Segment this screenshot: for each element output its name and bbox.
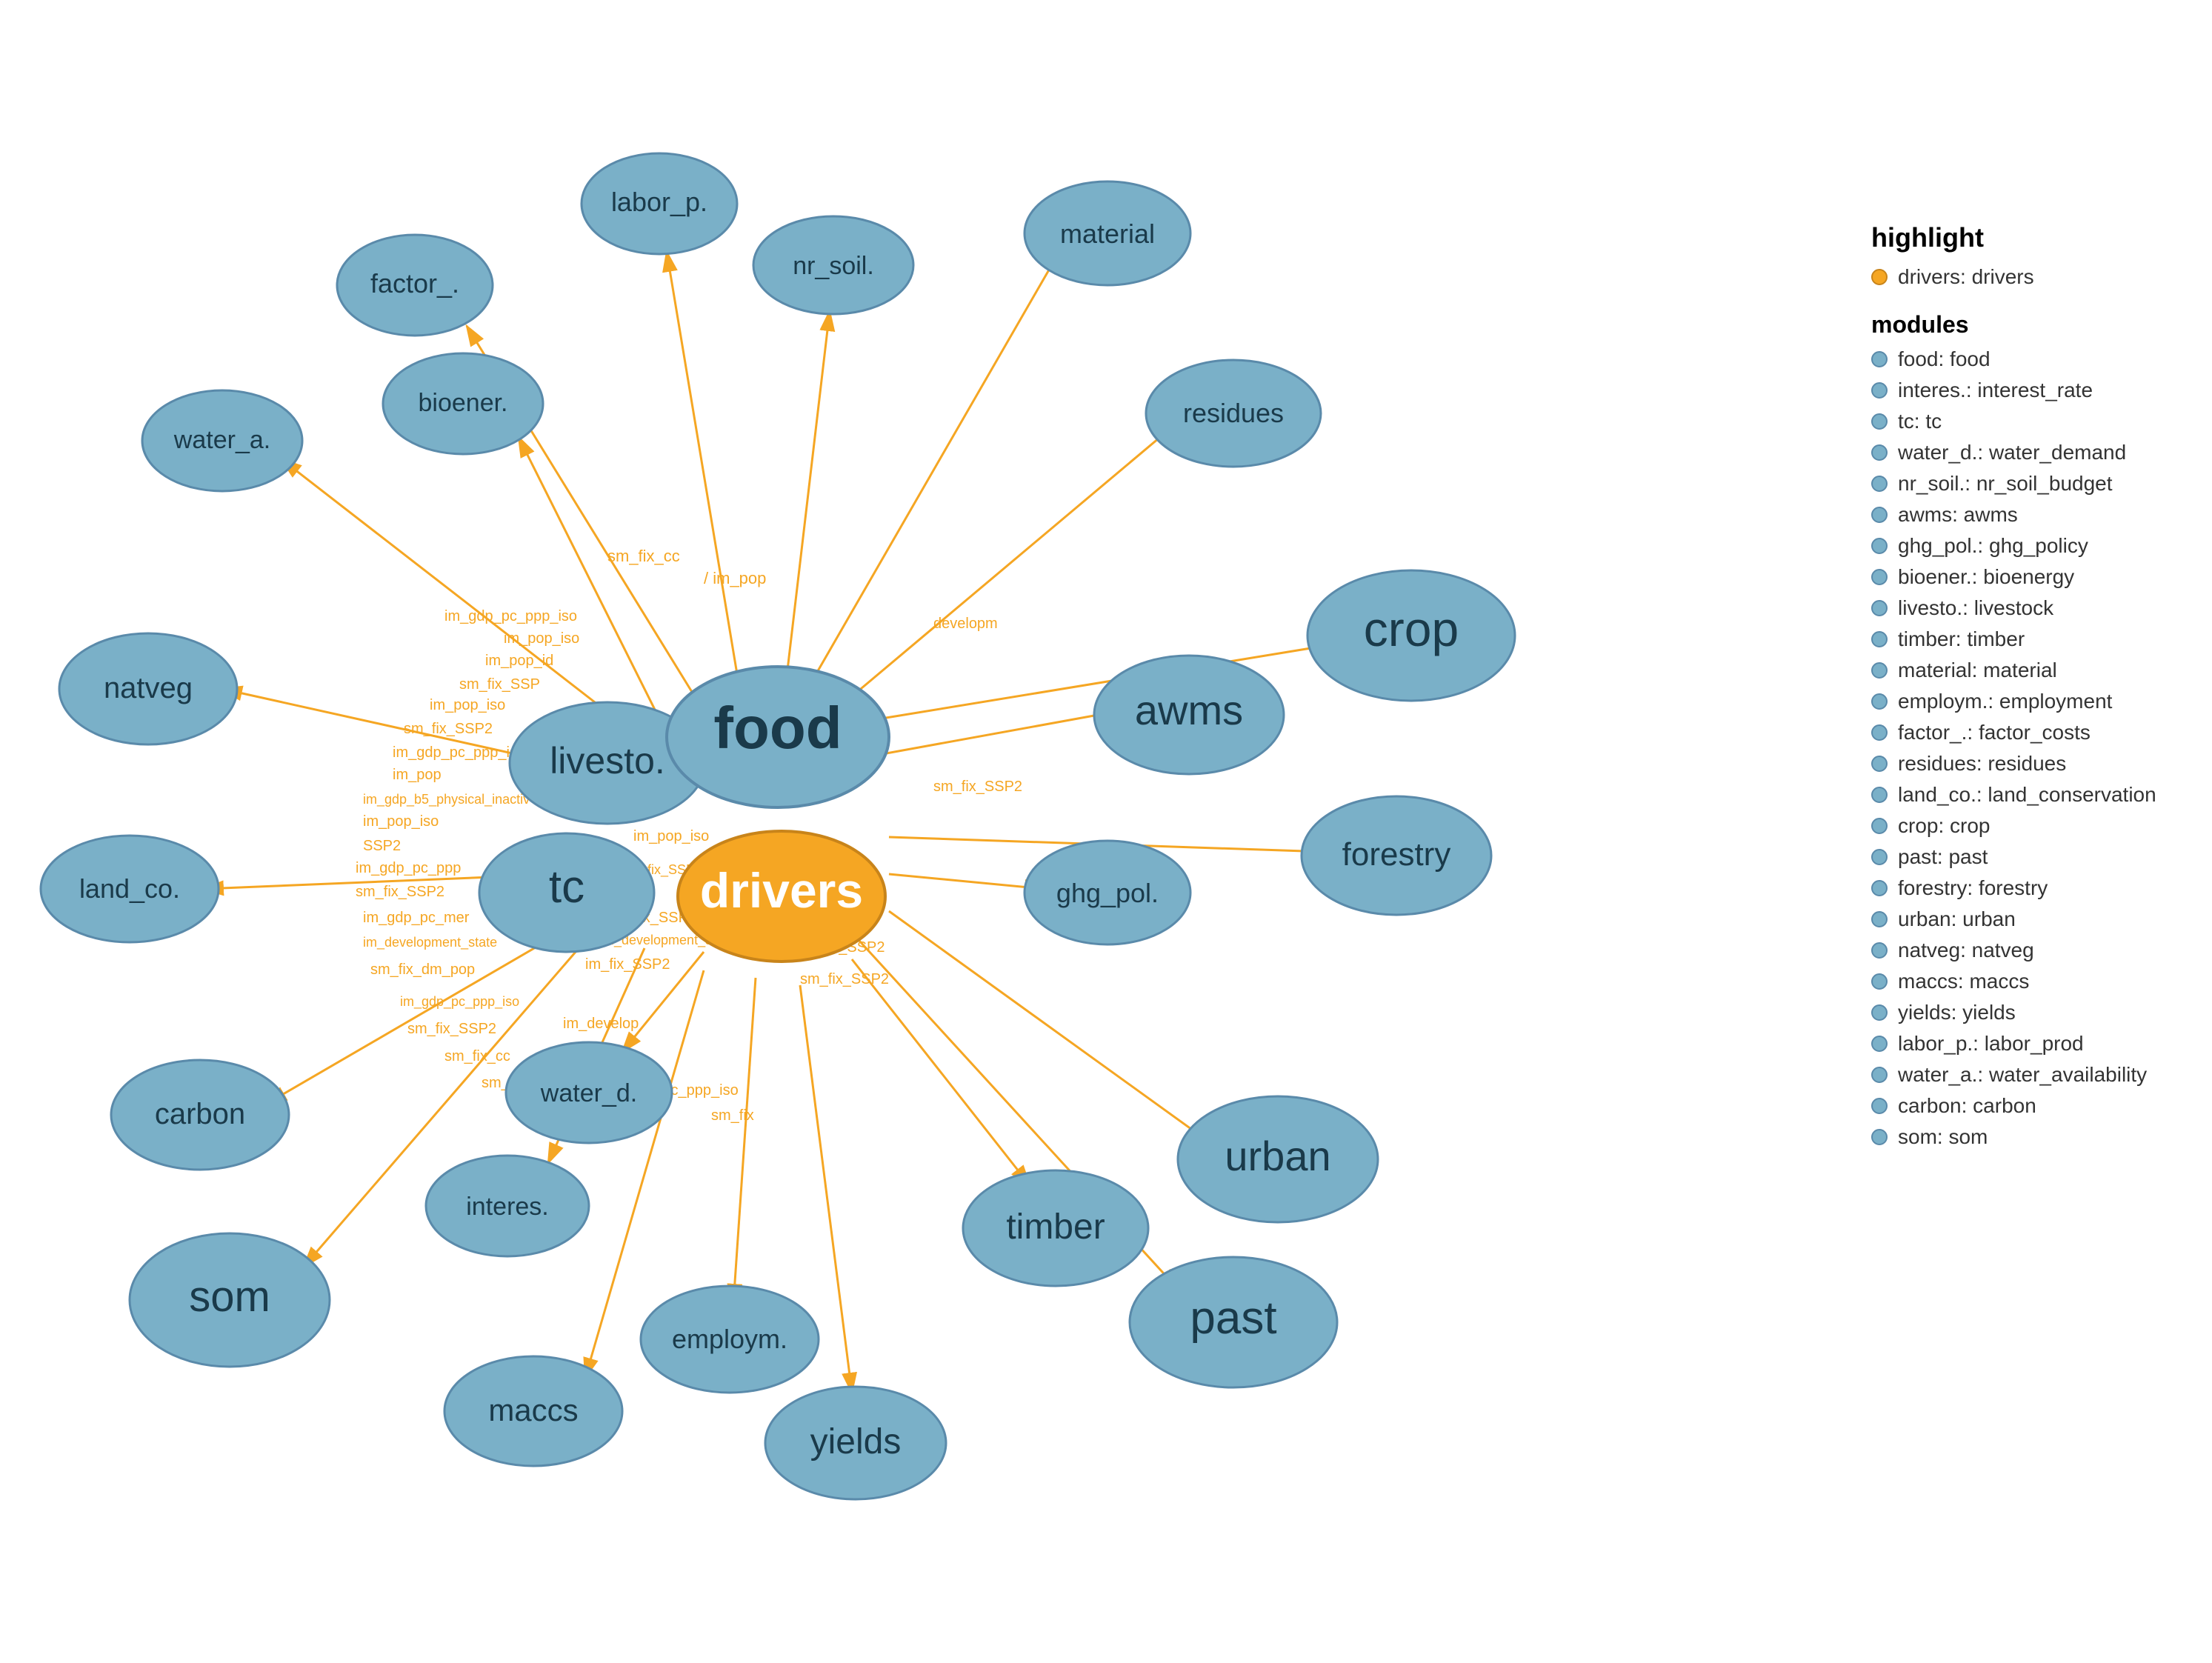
svg-text:sm_fix_dm_pop: sm_fix_dm_pop (370, 962, 475, 978)
svg-text:im_pop_iso: im_pop_iso (504, 630, 579, 647)
svg-text:carbon: carbon (155, 1098, 245, 1130)
legend-module-2: tc: tc (1871, 410, 2182, 433)
svg-text:factor_.: factor_. (370, 268, 459, 299)
legend-module-25: som: som (1871, 1125, 2182, 1149)
svg-text:sm_fix_SSP2: sm_fix_SSP2 (407, 1021, 496, 1037)
legend-module-7: bioener.: bioenergy (1871, 565, 2182, 589)
svg-text:interes.: interes. (466, 1193, 549, 1221)
legend-module-5: awms: awms (1871, 503, 2182, 527)
graph-area: sm_fix_cc / im_pop im_gdp_pc_ppp_iso im_… (0, 0, 1704, 1659)
svg-text:forestry: forestry (1342, 836, 1451, 873)
svg-text:sm_fix_SSP2: sm_fix_SSP2 (404, 721, 493, 737)
svg-text:labor_p.: labor_p. (611, 187, 707, 217)
legend-module-14: land_co.: land_conservation (1871, 783, 2182, 807)
svg-text:im_pop: im_pop (393, 767, 442, 783)
svg-text:urban: urban (1225, 1133, 1330, 1179)
legend-module-23: water_a.: water_availability (1871, 1063, 2182, 1087)
legend-module-13: residues: residues (1871, 752, 2182, 776)
svg-text:ghg_pol.: ghg_pol. (1056, 878, 1159, 908)
legend-module-12: factor_.: factor_costs (1871, 721, 2182, 744)
legend-module-3: water_d.: water_demand (1871, 441, 2182, 464)
svg-text:sm_fix_cc: sm_fix_cc (607, 547, 680, 565)
svg-text:sm_fix: sm_fix (711, 1107, 754, 1124)
svg-text:land_co.: land_co. (79, 873, 180, 904)
svg-text:water_d.: water_d. (540, 1079, 637, 1107)
svg-text:residues: residues (1183, 398, 1284, 428)
legend-module-6: ghg_pol.: ghg_policy (1871, 534, 2182, 558)
svg-text:im_gdp_pc_ppp_iso: im_gdp_pc_ppp_iso (393, 744, 525, 761)
legend-module-4: nr_soil.: nr_soil_budget (1871, 472, 2182, 496)
svg-text:im_pop_iso: im_pop_iso (363, 813, 439, 830)
svg-text:im_gdp_pc_ppp_iso: im_gdp_pc_ppp_iso (444, 608, 577, 624)
svg-text:drivers: drivers (700, 863, 863, 918)
svg-text:sm_fix_cc: sm_fix_cc (444, 1048, 510, 1064)
svg-text:timber: timber (1006, 1207, 1105, 1247)
legend-module-0: food: food (1871, 347, 2182, 371)
legend-module-16: past: past (1871, 845, 2182, 869)
legend-module-20: maccs: maccs (1871, 970, 2182, 993)
svg-text:/ im_pop: / im_pop (704, 569, 766, 587)
legend-module-15: crop: crop (1871, 814, 2182, 838)
svg-text:developm: developm (933, 616, 998, 632)
main-container: sm_fix_cc / im_pop im_gdp_pc_ppp_iso im_… (0, 0, 2212, 1659)
legend-module-19: natveg: natveg (1871, 939, 2182, 962)
legend-module-24: carbon: carbon (1871, 1094, 2182, 1118)
svg-text:im_pop_id: im_pop_id (485, 653, 553, 669)
legend-dot-orange (1871, 269, 1888, 285)
svg-text:im_gdp_pc_mer: im_gdp_pc_mer (363, 910, 470, 926)
svg-text:yields: yields (810, 1422, 902, 1462)
legend-module-17: forestry: forestry (1871, 876, 2182, 900)
legend-module-1: interes.: interest_rate (1871, 379, 2182, 402)
svg-text:employm.: employm. (672, 1324, 787, 1354)
modules-title: modules (1871, 311, 2182, 339)
svg-text:bioener.: bioener. (419, 389, 508, 417)
svg-text:past: past (1190, 1293, 1276, 1344)
legend-module-18: urban: urban (1871, 907, 2182, 931)
legend-highlight-item-0: drivers: drivers (1871, 265, 2182, 289)
svg-text:som: som (189, 1273, 270, 1321)
svg-text:sm_fix_SSP2: sm_fix_SSP2 (800, 971, 889, 987)
highlight-title: highlight (1871, 222, 2182, 253)
svg-text:SSP2: SSP2 (363, 838, 401, 854)
svg-text:sm_fix_SSP: sm_fix_SSP (459, 676, 540, 693)
svg-text:material: material (1060, 219, 1155, 249)
legend-module-21: yields: yields (1871, 1001, 2182, 1024)
legend-module-label-0: food: food (1898, 347, 1991, 371)
svg-text:livesto.: livesto. (550, 740, 665, 781)
legend-module-22: labor_p.: labor_prod (1871, 1032, 2182, 1056)
svg-text:im_gdp_b5_physical_inactiv: im_gdp_b5_physical_inactiv (363, 792, 530, 807)
legend-module-8: livesto.: livestock (1871, 596, 2182, 620)
svg-text:im_fix_SSP2: im_fix_SSP2 (585, 956, 670, 973)
legend-dot-blue-0 (1871, 351, 1888, 367)
svg-text:nr_soil.: nr_soil. (793, 252, 874, 280)
svg-text:crop: crop (1364, 601, 1459, 656)
svg-text:sm_fix_SSP2: sm_fix_SSP2 (356, 884, 444, 900)
svg-text:im_pop_iso: im_pop_iso (430, 697, 505, 713)
svg-text:im_develop: im_develop (563, 1016, 639, 1032)
svg-text:tc: tc (549, 862, 584, 913)
svg-text:maccs: maccs (488, 1393, 578, 1427)
svg-text:awms: awms (1135, 687, 1243, 733)
legend-module-11: employm.: employment (1871, 690, 2182, 713)
legend-highlight-label-0: drivers: drivers (1898, 265, 2034, 289)
svg-text:im_gdp_pc_ppp: im_gdp_pc_ppp (356, 860, 461, 876)
legend-module-10: material: material (1871, 659, 2182, 682)
svg-text:tc_ppp_iso: tc_ppp_iso (667, 1082, 739, 1099)
legend-area: highlight drivers: drivers modules food:… (1871, 222, 2182, 1156)
svg-text:im_gdp_pc_ppp_iso: im_gdp_pc_ppp_iso (400, 994, 519, 1010)
svg-text:natveg: natveg (104, 672, 193, 704)
svg-text:water_a.: water_a. (173, 426, 270, 454)
svg-text:im_development_state: im_development_state (363, 935, 497, 950)
svg-text:im_pop_iso: im_pop_iso (633, 828, 709, 844)
svg-text:food: food (713, 695, 842, 761)
svg-text:sm_fix_SSP2: sm_fix_SSP2 (933, 779, 1022, 795)
legend-module-9: timber: timber (1871, 627, 2182, 651)
